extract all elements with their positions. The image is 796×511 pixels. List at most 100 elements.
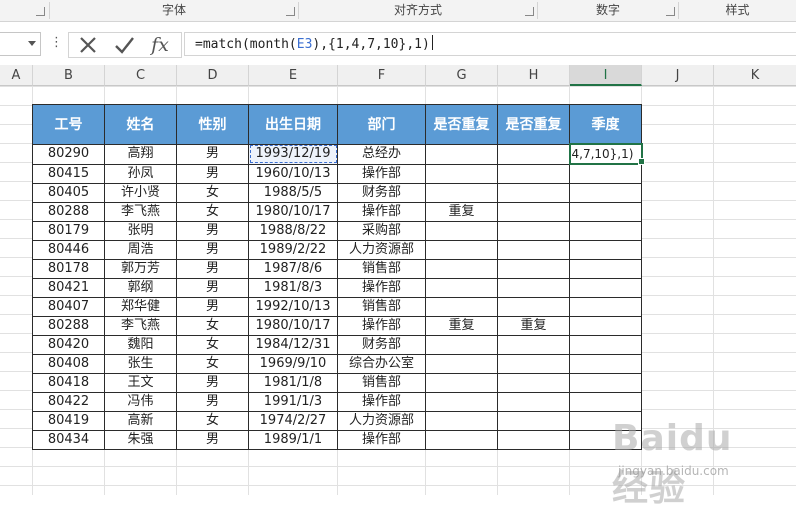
check-icon[interactable] [111, 34, 137, 56]
cell-gender[interactable]: 男 [176, 373, 249, 393]
header-duplicate-2[interactable]: 是否重复 [497, 104, 570, 145]
cell-id[interactable]: 80407 [32, 297, 105, 317]
cell-id[interactable]: 80178 [32, 259, 105, 279]
cell-gender[interactable]: 男 [176, 297, 249, 317]
cell-quarter[interactable] [569, 392, 642, 412]
cell-name[interactable]: 孙凤 [104, 163, 177, 184]
cell-name[interactable]: 王文 [104, 373, 177, 393]
cell-quarter[interactable] [569, 183, 642, 203]
cell-duplicate-1[interactable] [425, 392, 498, 412]
column-header-g[interactable]: G [426, 65, 498, 86]
cell-id[interactable]: 80421 [32, 278, 105, 298]
cell-quarter[interactable] [569, 278, 642, 298]
cell-id[interactable]: 80288 [32, 202, 105, 222]
function-icon[interactable]: fx [147, 34, 173, 56]
cell-birthdate[interactable]: 1993/12/19 [248, 143, 338, 165]
cell-duplicate-2[interactable] [497, 297, 570, 317]
header-duplicate-1[interactable]: 是否重复 [425, 104, 498, 145]
cell-name[interactable]: 李飞燕 [104, 202, 177, 222]
cell-name[interactable]: 周浩 [104, 240, 177, 260]
column-header-b[interactable]: B [33, 65, 105, 86]
cell-department[interactable]: 操作部 [337, 316, 426, 336]
chevron-down-icon[interactable] [28, 41, 36, 46]
cell-name[interactable]: 冯伟 [104, 392, 177, 412]
cell-id[interactable]: 80418 [32, 373, 105, 393]
cell-duplicate-1[interactable] [425, 411, 498, 431]
cell-name[interactable]: 许小贤 [104, 183, 177, 203]
cell-name[interactable]: 朱强 [104, 430, 177, 450]
cell-gender[interactable]: 男 [176, 430, 249, 450]
cell-department[interactable]: 财务部 [337, 335, 426, 355]
column-header-k[interactable]: K [714, 65, 796, 86]
cell-quarter[interactable] [569, 163, 642, 184]
cell-name[interactable]: 魏阳 [104, 335, 177, 355]
cell-birthdate[interactable]: 1960/10/13 [248, 163, 338, 184]
cell-birthdate[interactable]: 1981/8/3 [248, 278, 338, 298]
cell-gender[interactable]: 男 [176, 221, 249, 241]
cell-birthdate[interactable]: 1989/1/1 [248, 430, 338, 450]
cell-department[interactable]: 销售部 [337, 297, 426, 317]
cell-duplicate-1[interactable] [425, 143, 498, 165]
header-quarter[interactable]: 季度 [569, 104, 642, 145]
cell-department[interactable]: 财务部 [337, 183, 426, 203]
cell-birthdate[interactable]: 1988/5/5 [248, 183, 338, 203]
cell-id[interactable]: 80419 [32, 411, 105, 431]
column-header-j[interactable]: J [642, 65, 714, 86]
cell-duplicate-2[interactable] [497, 392, 570, 412]
cell-birthdate[interactable]: 1987/8/6 [248, 259, 338, 279]
cell-duplicate-2[interactable] [497, 430, 570, 450]
cell-quarter[interactable] [569, 297, 642, 317]
cell-duplicate-1[interactable] [425, 163, 498, 184]
cell-id[interactable]: 80446 [32, 240, 105, 260]
cell-gender[interactable]: 女 [176, 354, 249, 374]
cell-id[interactable]: 80408 [32, 354, 105, 374]
cell-duplicate-2[interactable] [497, 259, 570, 279]
column-header-i[interactable]: I [570, 65, 642, 86]
header-birthdate[interactable]: 出生日期 [248, 104, 338, 145]
cell-name[interactable]: 郭纲 [104, 278, 177, 298]
cell-quarter[interactable] [569, 335, 642, 355]
cell-duplicate-2[interactable] [497, 411, 570, 431]
cell-duplicate-2[interactable] [497, 202, 570, 222]
cell-quarter[interactable] [569, 316, 642, 336]
cell-id[interactable]: 80288 [32, 316, 105, 336]
cell-name[interactable]: 高新 [104, 411, 177, 431]
cell-quarter[interactable] [569, 240, 642, 260]
cell-duplicate-1[interactable] [425, 430, 498, 450]
cell-quarter[interactable] [569, 373, 642, 393]
alignment-launcher-icon[interactable] [525, 7, 534, 16]
cell-department[interactable]: 销售部 [337, 259, 426, 279]
number-launcher-icon[interactable] [666, 7, 675, 16]
cell-id[interactable]: 80420 [32, 335, 105, 355]
cell-gender[interactable]: 女 [176, 335, 249, 355]
cell-duplicate-2[interactable] [497, 335, 570, 355]
column-header-h[interactable]: H [498, 65, 570, 86]
cell-birthdate[interactable]: 1984/12/31 [248, 335, 338, 355]
formula-input[interactable]: =match(month(E3),{1,4,7,10},1) [184, 32, 796, 56]
cell-duplicate-1[interactable] [425, 240, 498, 260]
cell-department[interactable]: 销售部 [337, 373, 426, 393]
cell-quarter[interactable]: 4,7,10},1) [568, 143, 643, 165]
cell-duplicate-1[interactable]: 重复 [425, 202, 498, 222]
more-vertical-icon[interactable]: ⋮ [50, 36, 63, 50]
cell-duplicate-2[interactable]: 重复 [497, 316, 570, 336]
cell-department[interactable]: 操作部 [337, 392, 426, 412]
cell-gender[interactable]: 男 [176, 259, 249, 279]
cell-gender[interactable]: 男 [176, 392, 249, 412]
header-id[interactable]: 工号 [32, 104, 105, 145]
cell-name[interactable]: 张生 [104, 354, 177, 374]
cell-name[interactable]: 张明 [104, 221, 177, 241]
cell-birthdate[interactable]: 1980/10/17 [248, 316, 338, 336]
cell-gender[interactable]: 男 [176, 163, 249, 184]
cell-name[interactable]: 高翔 [104, 143, 177, 165]
cell-department[interactable]: 人力资源部 [337, 240, 426, 260]
fill-handle[interactable] [638, 158, 645, 165]
cell-gender[interactable]: 女 [176, 411, 249, 431]
cell-id[interactable]: 80422 [32, 392, 105, 412]
column-header-a[interactable]: A [0, 65, 33, 86]
cell-name[interactable]: 郑华健 [104, 297, 177, 317]
cell-department[interactable]: 采购部 [337, 221, 426, 241]
cell-department[interactable]: 操作部 [337, 278, 426, 298]
cell-birthdate[interactable]: 1969/9/10 [248, 354, 338, 374]
header-gender[interactable]: 性别 [176, 104, 249, 145]
